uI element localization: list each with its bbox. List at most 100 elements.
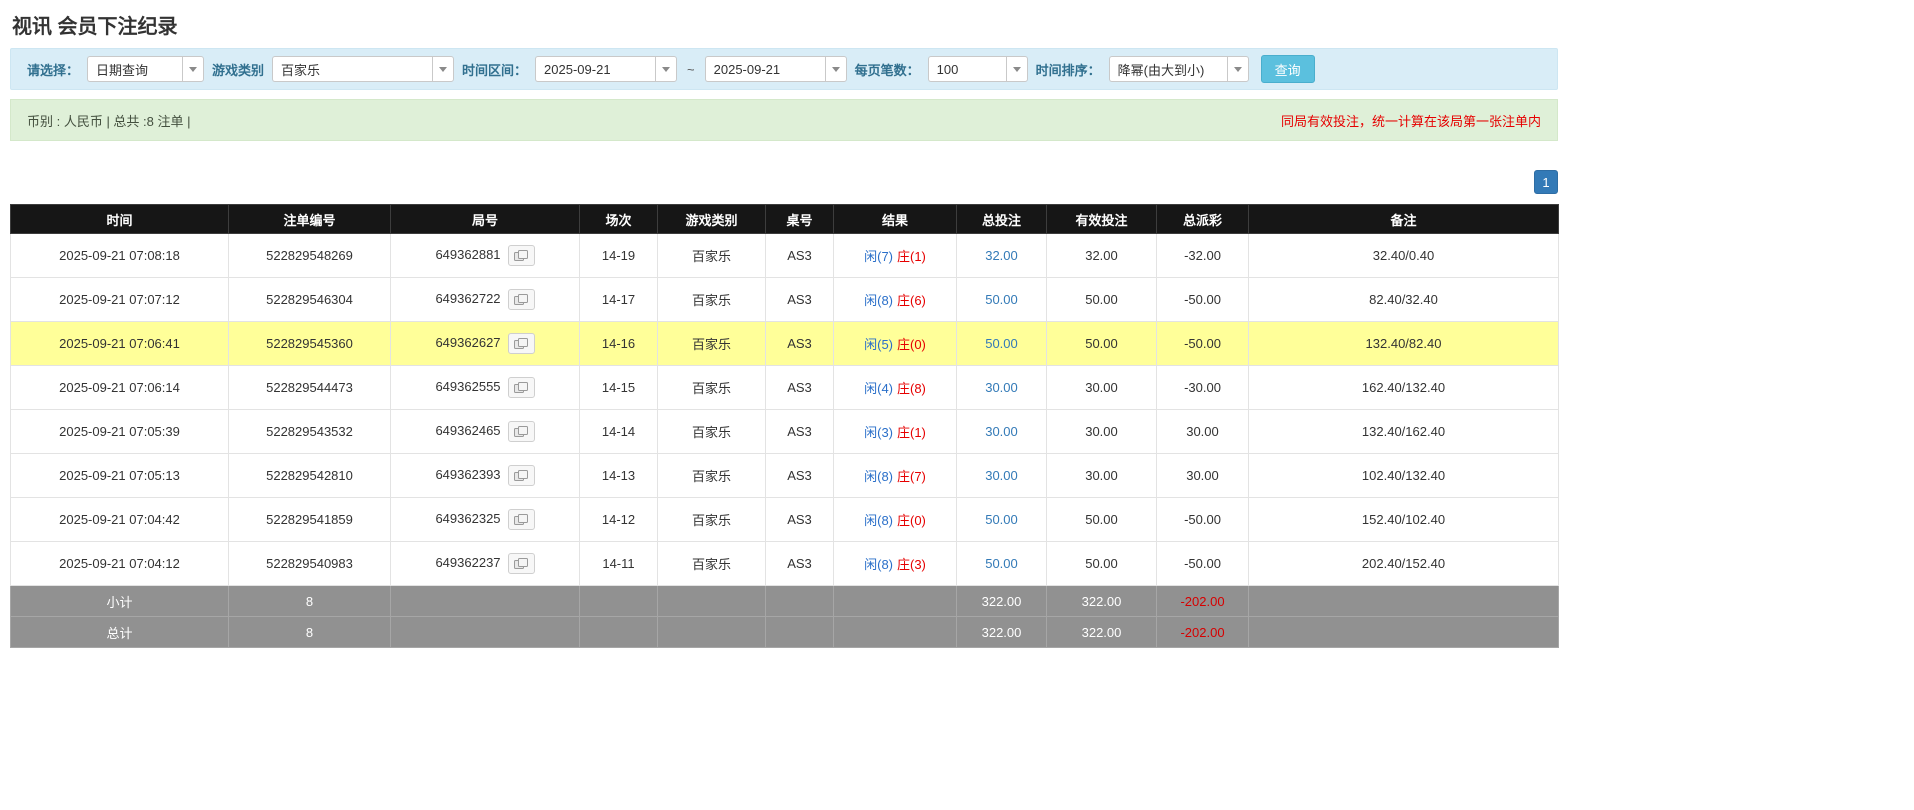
table-row-highlighted: 2025-09-21 07:06:41 522829545360 6493626… [10,321,1559,366]
table-row: 2025-09-21 07:05:13 522829542810 6493623… [10,453,1559,498]
select-type-label: 请选择： [27,62,80,78]
round-detail-button[interactable] [507,377,535,398]
cell-total-bet: 30.00 [956,365,1047,410]
game-type-label: 游戏类别 [212,62,265,78]
round-detail-button[interactable] [507,421,535,442]
query-button[interactable]: 查询 [1260,55,1315,83]
cell-round: 649362722 [390,277,580,322]
page-title: 视讯 会员下注纪录 [12,16,178,38]
cell-table-no: AS3 [765,365,834,410]
header-remark: 备注 [1248,204,1559,234]
page-size-combo [927,56,1028,82]
total-valid-bet: 322.00 [1046,616,1157,648]
page-1-button[interactable]: 1 [1534,170,1558,194]
header-payout: 总派彩 [1156,204,1249,234]
view-result-icon [514,469,529,481]
cell-time: 2025-09-21 07:07:12 [10,277,229,322]
cell-result: 闲(3) 庄(1) [833,409,957,454]
cell-remark: 132.40/162.40 [1248,409,1559,454]
date-from-input[interactable] [535,56,656,82]
total-total-bet: 322.00 [956,616,1047,648]
cell-bet-id: 522829545360 [228,321,391,366]
cell-total-bet: 50.00 [956,321,1047,366]
date-to-dropdown-button[interactable] [824,56,847,82]
cell-valid-bet: 50.00 [1046,321,1157,366]
cell-session: 14-19 [579,233,658,278]
cell-result: 闲(8) 庄(0) [833,497,957,542]
cell-result: 闲(8) 庄(6) [833,277,957,322]
cell-payout: -50.00 [1156,541,1249,586]
total-bet-link[interactable]: 50.00 [985,292,1018,307]
records-table: 时间 注单编号 局号 场次 游戏类别 桌号 结果 总投注 有效投注 总派彩 备注… [10,204,1559,648]
chevron-down-icon [189,66,198,72]
total-bet-link[interactable]: 50.00 [985,512,1018,527]
round-detail-button[interactable] [507,553,535,574]
subtotal-label: 小计 [10,585,229,617]
result-player: 闲(8) [864,557,893,572]
round-detail-button[interactable] [507,289,535,310]
header-result: 结果 [833,204,957,234]
cell-result: 闲(8) 庄(7) [833,453,957,498]
cell-valid-bet: 30.00 [1046,365,1157,410]
sort-order-combo [1108,56,1249,82]
table-row: 2025-09-21 07:04:42 522829541859 6493623… [10,497,1559,542]
total-label: 总计 [10,616,229,648]
date-to-input[interactable] [704,56,825,82]
total-bet-link[interactable]: 50.00 [985,336,1018,351]
page-size-label: 每页笔数： [854,62,920,78]
total-payout: -202.00 [1156,616,1249,648]
select-type-input[interactable] [87,56,183,82]
cell-result: 闲(8) 庄(3) [833,541,957,586]
view-result-icon [514,337,529,349]
date-from-dropdown-button[interactable] [655,56,678,82]
round-number: 649362722 [435,290,501,306]
round-detail-button[interactable] [507,465,535,486]
cell-session: 14-11 [579,541,658,586]
cell-bet-id: 522829540983 [228,541,391,586]
round-detail-button[interactable] [507,509,535,530]
cell-game: 百家乐 [657,321,766,366]
date-range-separator: ~ [687,61,695,77]
select-type-dropdown-button[interactable] [182,56,205,82]
total-row: 总计 8 322.00 322.00 -202.00 [10,616,1559,648]
cell-payout: 30.00 [1156,453,1249,498]
cell-valid-bet: 30.00 [1046,453,1157,498]
cell-bet-id: 522829541859 [228,497,391,542]
cell-session: 14-14 [579,409,658,454]
filter-bar: 请选择： 游戏类别 时间区间： ~ 每页笔数： 时间排序： [10,48,1558,90]
cell-total-bet: 50.00 [956,541,1047,586]
header-total-bet: 总投注 [956,204,1047,234]
chevron-down-icon [662,66,671,72]
sort-order-dropdown-button[interactable] [1226,56,1249,82]
total-bet-link[interactable]: 30.00 [985,468,1018,483]
round-number: 649362325 [435,510,501,526]
result-player: 闲(3) [864,425,893,440]
table-row: 2025-09-21 07:05:39 522829543532 6493624… [10,409,1559,454]
cell-valid-bet: 50.00 [1046,277,1157,322]
page-size-dropdown-button[interactable] [1005,56,1028,82]
currency-total-text: 币别 : 人民币 | 总共 :8 注单 | [27,113,191,129]
cell-valid-bet: 50.00 [1046,497,1157,542]
result-player: 闲(4) [864,381,893,396]
total-bet-link[interactable]: 30.00 [985,380,1018,395]
round-detail-button[interactable] [507,245,535,266]
cell-table-no: AS3 [765,409,834,454]
view-result-icon [514,249,529,261]
table-row: 2025-09-21 07:08:18 522829548269 6493628… [10,233,1559,278]
betting-records-page: 视讯 会员下注纪录 请选择： 游戏类别 时间区间： ~ 每页笔数： 时间排序： [10,0,1559,648]
cell-total-bet: 30.00 [956,409,1047,454]
cell-session: 14-13 [579,453,658,498]
total-bet-link[interactable]: 32.00 [985,248,1018,263]
total-bet-link[interactable]: 30.00 [985,424,1018,439]
round-detail-button[interactable] [507,333,535,354]
result-player: 闲(5) [864,337,893,352]
total-bet-link[interactable]: 50.00 [985,556,1018,571]
game-type-input[interactable] [272,56,433,82]
sort-order-label: 时间排序： [1035,62,1101,78]
game-type-dropdown-button[interactable] [432,56,455,82]
result-banker: 庄(7) [897,469,926,484]
page-size-input[interactable] [927,56,1006,82]
sort-order-input[interactable] [1108,56,1227,82]
cell-time: 2025-09-21 07:06:14 [10,365,229,410]
cell-remark: 162.40/132.40 [1248,365,1559,410]
